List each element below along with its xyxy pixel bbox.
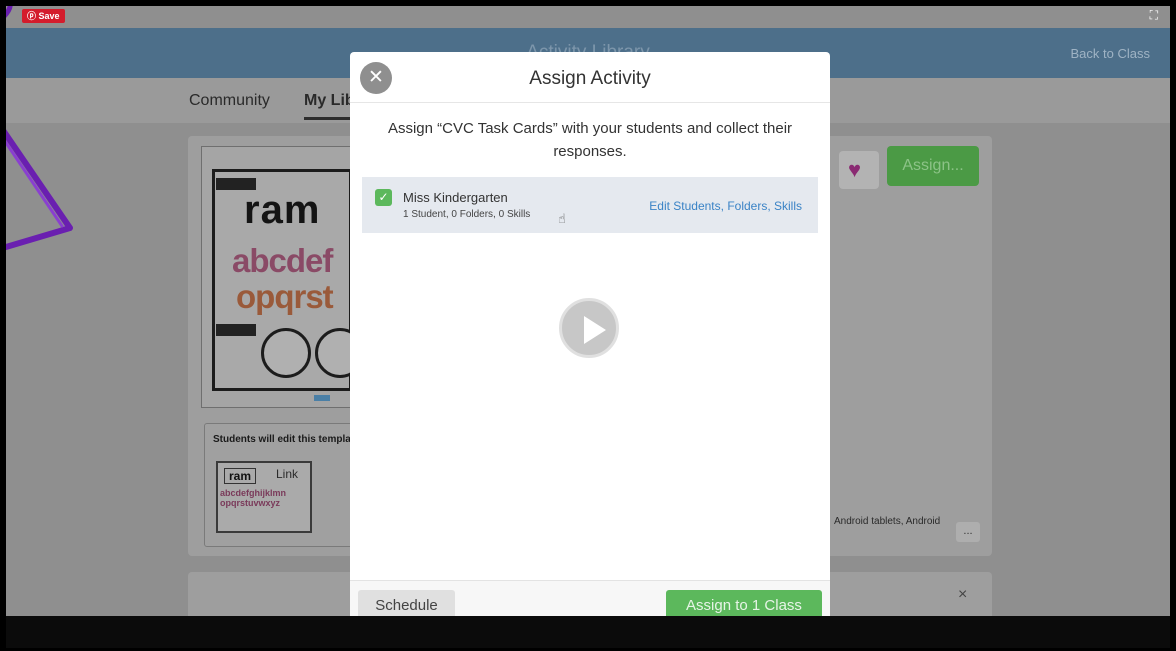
template-link-label: Link (276, 467, 299, 481)
annotation-arrow-icon (6, 6, 73, 251)
player-control-bar (6, 616, 1170, 648)
preview-word: ram (244, 188, 321, 232)
hand-cursor-icon: ☝ (558, 211, 566, 226)
dialog-description: Assign “CVC Task Cards” with your studen… (387, 120, 793, 160)
edit-students-folders-skills-link[interactable]: Edit Students, Folders, Skills (649, 199, 802, 213)
back-to-class-link[interactable]: Back to Class (1071, 46, 1150, 61)
template-label: Students will edit this templa (213, 434, 351, 445)
page-indicator[interactable] (314, 395, 330, 401)
more-options-button[interactable]: ... (956, 522, 980, 542)
check-icon: ✓ (378, 190, 389, 204)
platforms-text: Android tablets, Android (834, 516, 941, 527)
preview-alphabet-line-2: opqrst (236, 278, 334, 315)
assign-to-class-button[interactable]: Assign to 1 Class (666, 590, 822, 616)
video-play-button[interactable] (559, 298, 619, 358)
video-viewport[interactable]: Activity Library Back to Class Community… (6, 6, 1170, 616)
assign-activity-button[interactable]: Assign... (887, 146, 979, 186)
preview-alphabet-line-1: abcdef (232, 242, 333, 279)
assign-activity-dialog: ✕ Assign Activity Assign “CVC Task Cards… (350, 52, 830, 616)
dialog-header: ✕ Assign Activity (350, 52, 830, 103)
class-list-item[interactable]: ✓ Miss Kindergarten 1 Student, 0 Folders… (362, 177, 818, 233)
template-word: ram (224, 468, 257, 484)
tab-my-library[interactable]: My Lib (304, 92, 355, 110)
class-checkbox[interactable]: ✓ (375, 189, 392, 206)
tab-community[interactable]: Community (189, 92, 270, 110)
dialog-title: Assign Activity (529, 68, 651, 89)
fullscreen-icon[interactable]: ⛶ (1150, 8, 1158, 23)
pinterest-icon: ⓟ (27, 11, 39, 21)
heart-icon: ♥ (848, 157, 862, 182)
active-tab-indicator (304, 117, 356, 120)
class-name: Miss Kindergarten (403, 190, 508, 205)
template-alphabet: abcdefghijklmn opqrstuvwxyz (220, 488, 287, 508)
video-frame: Activity Library Back to Class Community… (0, 0, 1176, 651)
schedule-button[interactable]: Schedule (358, 590, 455, 616)
dismiss-notice-button[interactable]: × (958, 586, 967, 604)
dialog-footer: Schedule Assign to 1 Class (350, 580, 830, 616)
find-it-tag (216, 324, 256, 336)
play-icon (584, 316, 606, 344)
ram-picture (261, 328, 311, 378)
class-meta: 1 Student, 0 Folders, 0 Skills (403, 209, 531, 220)
pinterest-save-button[interactable]: ⓟ Save (22, 9, 65, 23)
